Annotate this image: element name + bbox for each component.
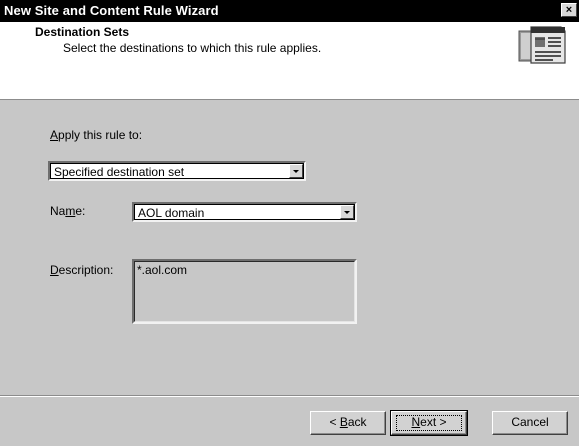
page-subtitle: Select the destinations to which this ru…: [63, 41, 322, 55]
apply-rule-value: Specified destination set: [54, 165, 185, 179]
title-bar[interactable]: New Site and Content Rule Wizard ×: [0, 0, 579, 22]
name-value: AOL domain: [138, 206, 205, 220]
description-value: *.aol.com: [137, 263, 188, 277]
name-dropdown[interactable]: AOL domain: [132, 202, 357, 222]
close-icon: ×: [565, 4, 573, 16]
description-label: Description:: [50, 263, 114, 277]
apply-rule-label: Apply this rule to:: [50, 128, 143, 142]
next-button[interactable]: Next >: [390, 410, 468, 436]
page-title: Destination Sets: [35, 25, 130, 39]
description-box: *.aol.com: [132, 259, 357, 324]
web-page-icon: [518, 26, 566, 64]
cancel-button[interactable]: Cancel: [492, 411, 568, 435]
wizard-window: New Site and Content Rule Wizard × Desti…: [0, 0, 579, 446]
back-button[interactable]: < Back: [310, 411, 386, 435]
name-label: Name:: [50, 204, 86, 218]
dropdown-arrow-icon[interactable]: [289, 164, 303, 178]
window-title: New Site and Content Rule Wizard: [4, 3, 219, 18]
dropdown-arrow-icon[interactable]: [340, 205, 354, 219]
close-button[interactable]: ×: [561, 3, 577, 17]
apply-rule-dropdown[interactable]: Specified destination set: [48, 161, 306, 181]
